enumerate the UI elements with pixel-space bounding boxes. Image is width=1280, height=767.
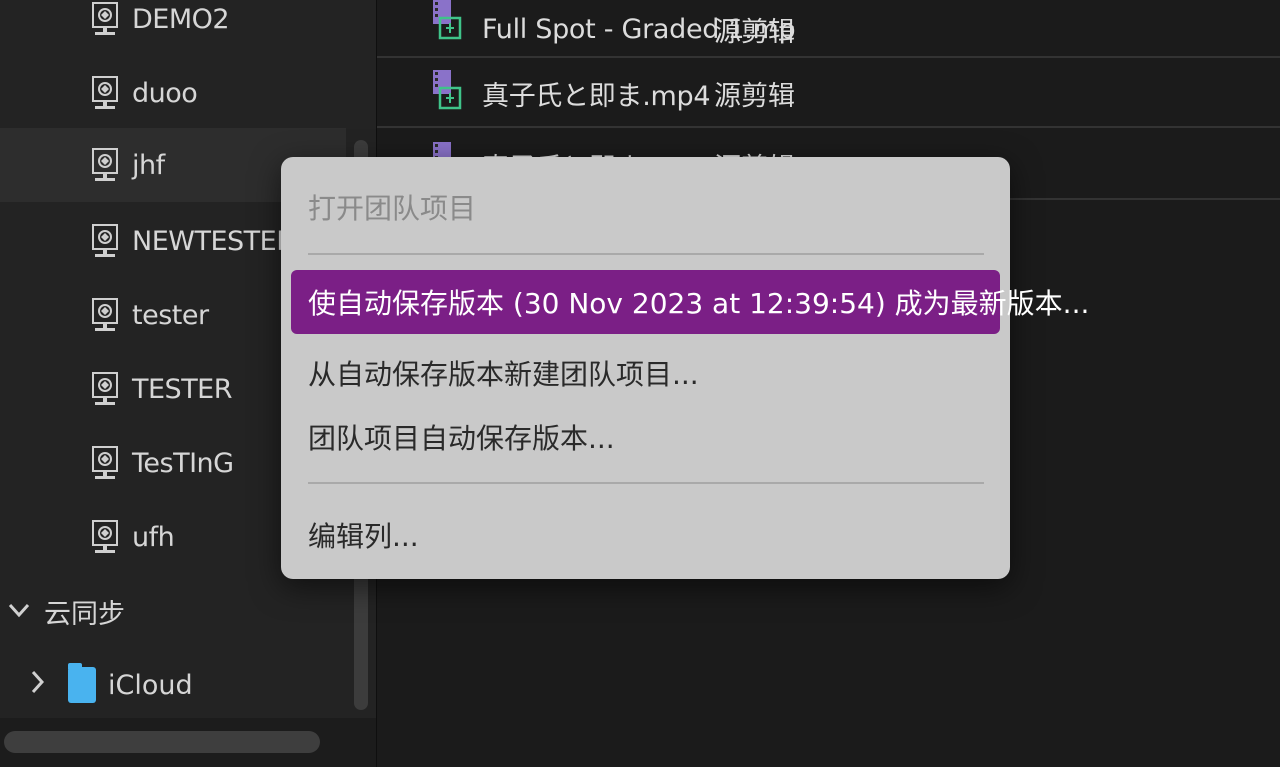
sidebar-item-label: tester xyxy=(132,299,209,331)
menu-item-label: 从自动保存版本新建团队项目... xyxy=(308,358,699,391)
menu-separator xyxy=(308,482,984,484)
sidebar-item-label: duoo xyxy=(132,77,198,109)
menu-item-label: 打开团队项目 xyxy=(308,192,477,225)
sidebar-item-icloud[interactable]: iCloud xyxy=(0,650,346,720)
context-menu: 打开团队项目 使自动保存版本 (30 Nov 2023 at 12:39:54)… xyxy=(281,157,1089,579)
team-project-icon xyxy=(92,520,118,554)
sidebar-item-duoo[interactable]: duoo xyxy=(0,56,346,130)
sidebar-item-demo2[interactable]: DEMO2 xyxy=(0,0,346,56)
sidebar-item-label: DEMO2 xyxy=(132,3,230,35)
icloud-label: iCloud xyxy=(108,669,193,701)
sidebar-item-label: NEWTESTER xyxy=(132,225,295,257)
menu-item-label: 编辑列... xyxy=(308,520,419,553)
menu-item-label: 使自动保存版本 (30 Nov 2023 at 12:39:54) 成为最新版本… xyxy=(308,287,1090,320)
folder-icon xyxy=(68,663,96,703)
team-project-icon xyxy=(92,298,118,332)
team-project-icon xyxy=(92,372,118,406)
file-row[interactable]: 真子氏と即ま.mp4 源剪辑 xyxy=(377,58,1280,128)
team-project-icon xyxy=(92,446,118,480)
team-project-icon xyxy=(92,224,118,258)
group-label: 云同步 xyxy=(44,598,125,630)
team-project-icon xyxy=(92,76,118,110)
sidebar-item-label: ufh xyxy=(132,521,175,553)
menu-item-new-from-autosave[interactable]: 从自动保存版本新建团队项目... xyxy=(291,341,1000,405)
file-type: 源剪辑 xyxy=(714,80,795,112)
video-clip-icon xyxy=(431,0,463,40)
file-name: 真子氏と即ま.mp4 xyxy=(482,80,711,112)
chevron-right-icon[interactable] xyxy=(30,670,45,700)
menu-item-edit-columns[interactable]: 编辑列... xyxy=(291,503,1000,567)
file-type: 源剪辑 xyxy=(714,16,795,48)
chevron-down-icon[interactable] xyxy=(8,599,30,624)
file-row[interactable]: Full Spot - Graded 1.mp 源剪辑 xyxy=(377,0,1280,58)
menu-item-autosave-versions[interactable]: 团队项目自动保存版本... xyxy=(291,405,1000,469)
sidebar-item-label: jhf xyxy=(132,149,165,181)
menu-item-make-autosave-latest[interactable]: 使自动保存版本 (30 Nov 2023 at 12:39:54) 成为最新版本… xyxy=(291,270,1089,334)
menu-item-label: 团队项目自动保存版本... xyxy=(308,422,615,455)
sidebar-item-label: TESTER xyxy=(132,373,233,405)
horizontal-scrollbar[interactable] xyxy=(4,731,320,753)
menu-separator xyxy=(308,253,984,255)
group-cloud-sync[interactable]: 云同步 xyxy=(0,576,346,646)
video-clip-icon xyxy=(431,70,463,110)
team-project-icon xyxy=(92,148,118,182)
team-project-icon xyxy=(92,2,118,36)
sidebar-item-label: TesTInG xyxy=(132,447,234,479)
menu-item-open-team-project: 打开团队项目 xyxy=(291,175,1000,239)
